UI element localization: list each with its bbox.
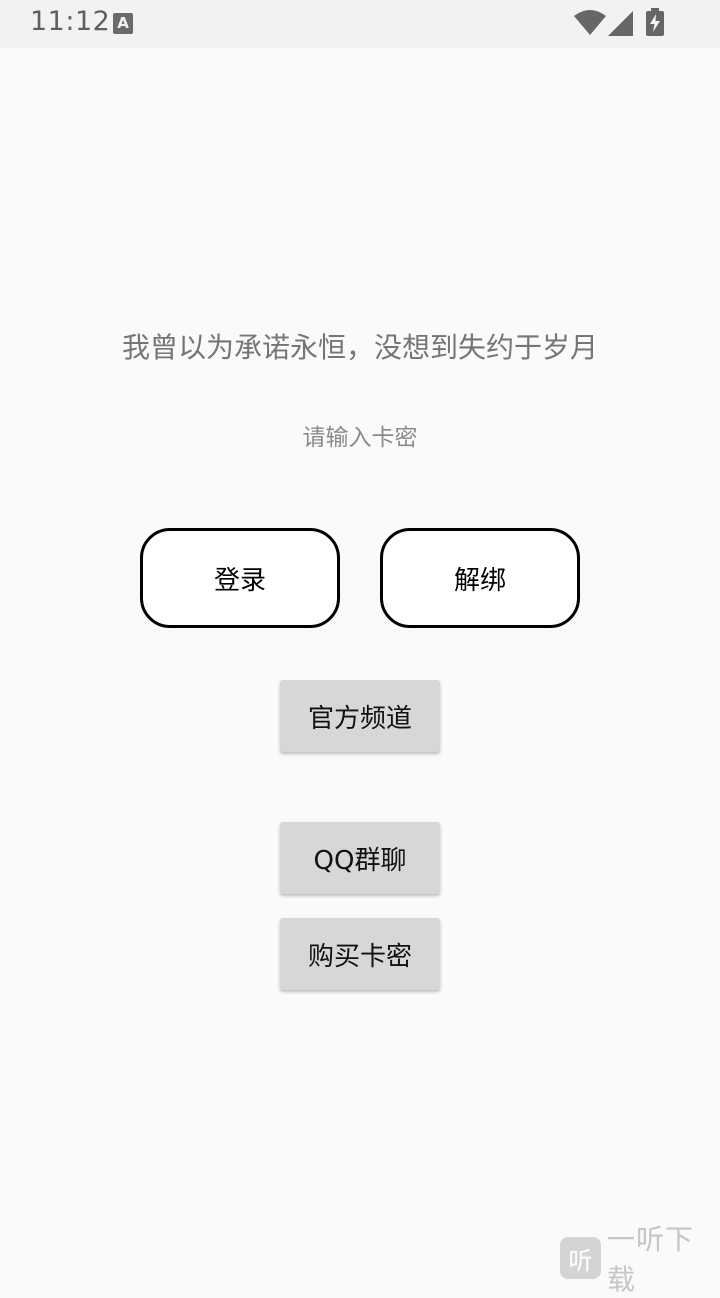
cell-signal-icon xyxy=(608,11,633,36)
unbind-button[interactable]: 解绑 xyxy=(380,528,580,628)
status-bar: 11:12 A xyxy=(0,0,720,48)
watermark-text: 一听下载 xyxy=(606,1223,694,1296)
login-button[interactable]: 登录 xyxy=(140,528,340,628)
qq-group-button[interactable]: QQ群聊 xyxy=(280,822,440,894)
buy-card-button[interactable]: 购买卡密 xyxy=(280,918,440,990)
slogan-text: 我曾以为承诺永恒，没想到失约于岁月 xyxy=(121,331,598,364)
battery-charging-icon xyxy=(646,8,664,36)
card-key-input[interactable]: 请输入卡密 xyxy=(210,420,510,456)
wifi-icon xyxy=(574,10,606,35)
status-time: 11:12 xyxy=(30,6,111,37)
watermark-logo-icon: 听 xyxy=(560,1237,601,1279)
notification-a-icon: A xyxy=(113,13,133,34)
watermark: 听 一听下载 xyxy=(560,1223,720,1296)
official-channel-button[interactable]: 官方频道 xyxy=(280,680,440,752)
